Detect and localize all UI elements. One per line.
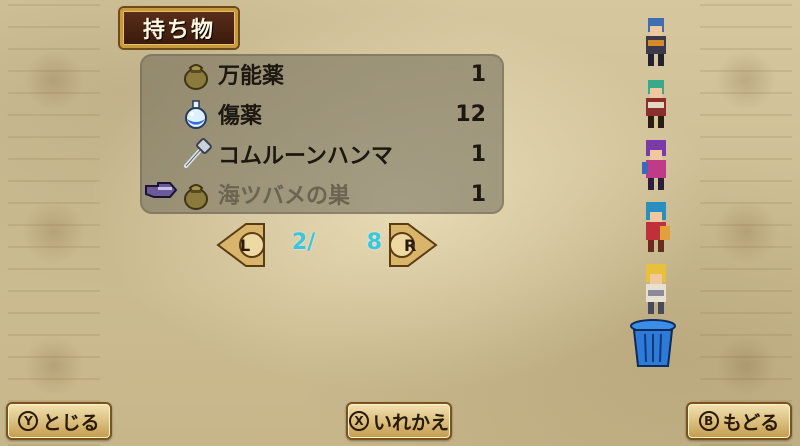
back-button-label: もどる [722,411,780,434]
item-name: 傷薬 [218,104,263,129]
character-2-icon[interactable] [636,76,676,130]
page-indicator: 2/ 8 [292,230,382,255]
character-4-icon[interactable] [636,200,676,254]
pointer-hand-icon [145,182,178,198]
list-item[interactable]: コムルーンハンマ 1 [140,134,504,174]
bag-icon [184,64,208,90]
swap-button-label: いれかえ [372,411,449,434]
list-item[interactable]: 万能薬 1 [140,54,504,94]
page-navigator: L 2/ 8 R [214,220,442,270]
page-current: 2/ [292,230,316,255]
left-ornament [8,0,100,446]
list-item[interactable]: 海ツバメの巣 1 [140,174,504,214]
y-key-icon: Y [18,411,39,431]
character-5-icon[interactable] [636,262,676,316]
item-name: 万能薬 [218,64,285,89]
item-qty: 1 [470,181,486,207]
page-left-arrow-icon[interactable]: L [216,222,266,268]
swap-button[interactable]: X いれかえ [346,402,452,440]
page-right-arrow-icon[interactable]: R [388,222,438,268]
character-3-icon[interactable] [636,138,676,192]
item-qty: 1 [470,61,486,87]
page-total: 8 [366,230,382,255]
bag-icon [184,184,208,210]
hammer-icon [184,138,212,168]
right-ornament [700,0,792,446]
item-name: コムルーンハンマ [218,144,393,169]
close-button[interactable]: Y とじる [6,402,112,440]
x-key-icon: X [348,411,369,431]
page-right-key: R [404,236,416,255]
back-button[interactable]: B もどる [686,402,792,440]
item-qty: 1 [470,141,486,167]
potion-flask-icon [185,100,207,129]
character-1-icon[interactable] [636,14,676,68]
page-title: 持ち物 [120,8,238,48]
page-left-key: L [240,236,250,255]
item-list: 万能薬 1 傷薬 12 コムルーンハンマ 1 海ツバメの巣 1 [140,54,504,214]
item-name: 海ツバメの巣 [218,184,351,209]
trash-can-icon[interactable] [628,318,678,370]
close-button-label: とじる [42,411,100,434]
list-item[interactable]: 傷薬 12 [140,94,504,134]
item-qty: 12 [455,101,486,127]
b-key-icon: B [698,411,719,431]
